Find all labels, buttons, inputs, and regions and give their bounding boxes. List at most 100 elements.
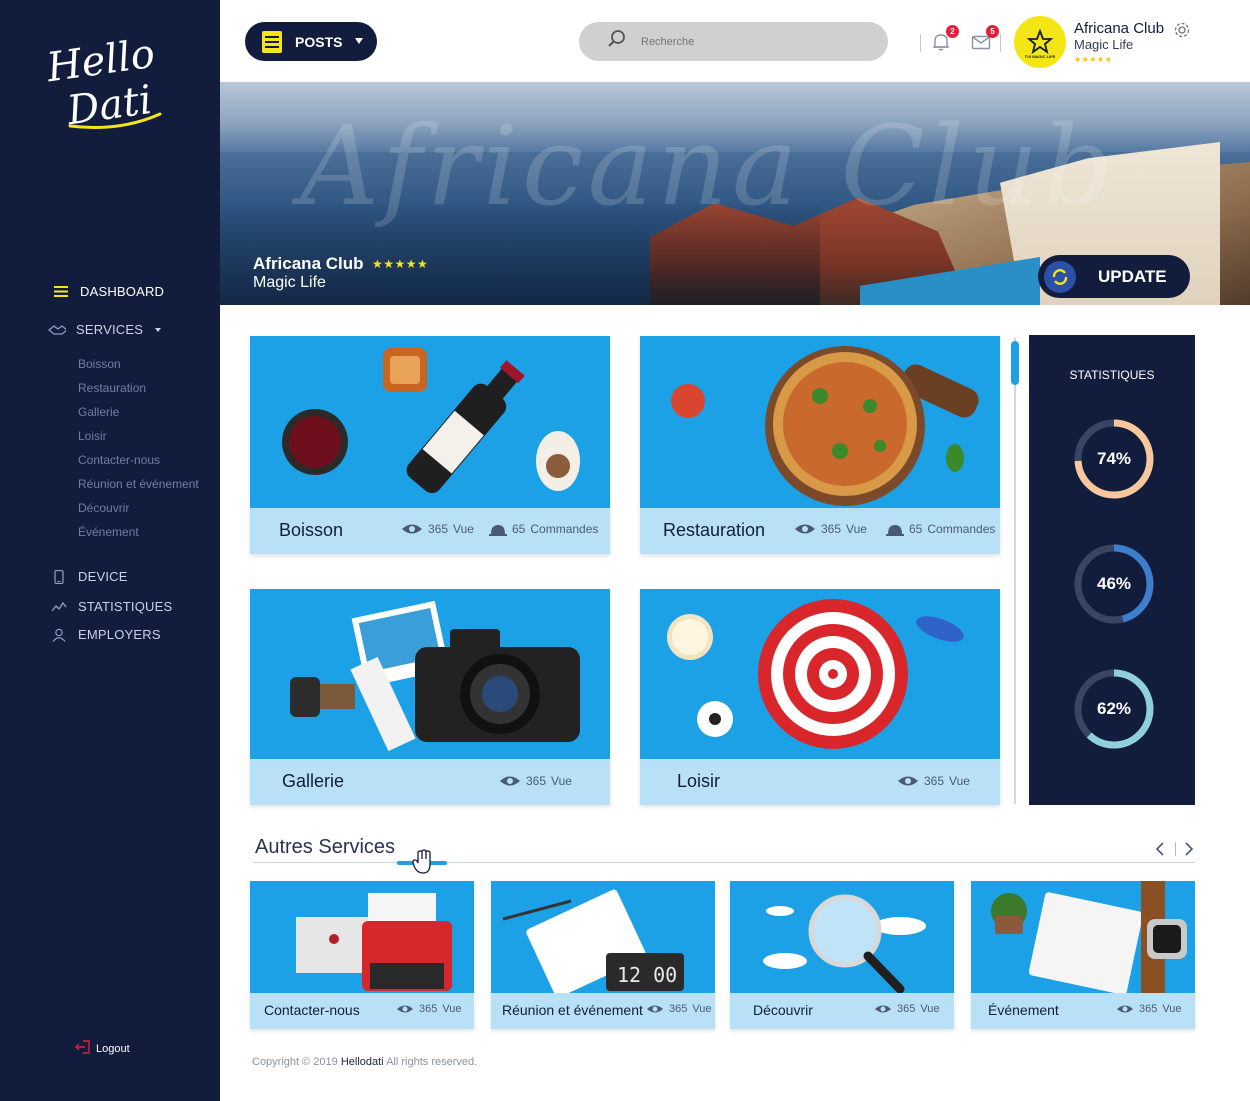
sidebar-sub-contacter-nous[interactable]: Contacter-nous bbox=[78, 453, 160, 467]
notifications-button[interactable]: 2 bbox=[931, 25, 959, 54]
card-footer: Réunion et événement 365 Vue bbox=[491, 993, 715, 1029]
carousel-prev-button[interactable] bbox=[1154, 842, 1166, 861]
views-unit: Vue bbox=[920, 1003, 940, 1015]
statistiques-title: STATISTIQUES bbox=[1069, 368, 1155, 382]
sidebar-sub-gallerie[interactable]: Gallerie bbox=[78, 405, 119, 419]
views-unit: Vue bbox=[949, 774, 970, 788]
stat-donut-3: 62% bbox=[1072, 667, 1156, 751]
card-title: Événement bbox=[988, 1002, 1059, 1018]
clock-display: 12 00 bbox=[617, 963, 677, 987]
autres-card-reunion[interactable]: 12 00 Réunion et événement 365 Vue bbox=[491, 881, 715, 1029]
nav-services[interactable]: SERVICES bbox=[48, 322, 162, 337]
sidebar-sub-decouvrir[interactable]: Découvrir bbox=[78, 501, 129, 515]
carousel-next-button[interactable] bbox=[1183, 842, 1195, 861]
nav-device[interactable]: DEVICE bbox=[50, 569, 128, 584]
club-subtitle: Magic Life bbox=[1074, 37, 1134, 52]
header-divider bbox=[920, 34, 921, 52]
views-meta: 365 Vue bbox=[874, 1003, 940, 1015]
update-label: UPDATE bbox=[1098, 266, 1167, 286]
nav-device-label: DEVICE bbox=[78, 569, 128, 584]
chevron-down-icon bbox=[155, 327, 162, 332]
messages-button[interactable]: 5 bbox=[971, 25, 999, 54]
mobile-icon bbox=[50, 569, 68, 584]
service-card-loisir[interactable]: Loisir 365 Vue bbox=[640, 589, 1000, 805]
service-card-boisson[interactable]: Boisson 365 Vue 65 Commandes bbox=[250, 336, 610, 554]
views-unit: Vue bbox=[692, 1003, 712, 1015]
stat-value: 62% bbox=[1096, 699, 1132, 718]
sidebar-sub-reunion[interactable]: Réunion et événement bbox=[78, 477, 199, 491]
logout-button[interactable]: Logout bbox=[74, 1040, 130, 1057]
avatar-text: TUI MAGIC LIFE bbox=[1024, 54, 1056, 59]
sidebar-sub-restauration[interactable]: Restauration bbox=[78, 381, 146, 395]
search-bar[interactable] bbox=[579, 22, 888, 61]
service-card-gallerie[interactable]: Gallerie 365 Vue bbox=[250, 589, 610, 805]
views-count: 365 bbox=[924, 774, 945, 788]
nav-employers-label: EMPLOYERS bbox=[78, 627, 161, 642]
card-title: Boisson bbox=[279, 520, 344, 540]
camera-illustration bbox=[290, 600, 580, 752]
card-footer: Découvrir 365 Vue bbox=[730, 993, 954, 1029]
sidebar: Hello Dati DASHBOARD SERVICES Boisson Re… bbox=[0, 0, 220, 1101]
views-unit: Vue bbox=[551, 774, 572, 788]
beach-illustration bbox=[667, 599, 964, 749]
card-footer: Restauration 365 Vue 65 Commandes bbox=[640, 508, 1000, 554]
views-meta: 365 Vue bbox=[401, 522, 474, 536]
nav-dashboard[interactable]: DASHBOARD bbox=[52, 284, 164, 299]
eye-icon bbox=[402, 524, 422, 534]
handshake-icon bbox=[48, 323, 66, 337]
logout-label: Logout bbox=[96, 1042, 130, 1055]
hellodati-logo[interactable]: Hello Dati bbox=[40, 22, 170, 137]
search-input[interactable] bbox=[641, 35, 861, 48]
autres-card-contacter-nous[interactable]: Contacter-nous 365 Vue bbox=[250, 881, 474, 1029]
typewriter-illustration bbox=[296, 893, 452, 991]
pizza-illustration bbox=[671, 346, 979, 506]
carousel-arrow-separator bbox=[1175, 842, 1176, 856]
views-unit: Vue bbox=[846, 522, 867, 536]
sidebar-sub-loisir[interactable]: Loisir bbox=[78, 429, 107, 443]
banner-title: Africana Club bbox=[253, 254, 364, 273]
orders-meta: 65 Commandes bbox=[886, 522, 995, 536]
nav-statistiques[interactable]: STATISTIQUES bbox=[50, 599, 172, 614]
card-footer: Loisir 365 Vue bbox=[640, 759, 1000, 805]
views-meta: 365 Vue bbox=[396, 1003, 462, 1015]
service-card-restauration[interactable]: Restauration 365 Vue 65 Commandes bbox=[640, 336, 1000, 554]
copyright-prefix: Copyright © 2019 bbox=[252, 1056, 338, 1068]
settings-button[interactable] bbox=[1173, 21, 1191, 44]
update-button[interactable]: UPDATE bbox=[1038, 255, 1190, 298]
gear-icon bbox=[1173, 22, 1191, 43]
views-unit: Vue bbox=[453, 522, 474, 536]
card-footer: Gallerie 365 Vue bbox=[250, 759, 610, 805]
sidebar-sub-evenement[interactable]: Événement bbox=[78, 525, 139, 539]
nav-dashboard-label: DASHBOARD bbox=[80, 284, 165, 299]
drinks-illustration bbox=[282, 348, 580, 494]
orders-unit: Commandes bbox=[530, 522, 599, 536]
club-stars: ★★★★★ bbox=[1074, 55, 1113, 64]
eye-icon bbox=[500, 776, 520, 786]
views-count: 365 bbox=[419, 1003, 438, 1015]
cards-scrollbar-track[interactable] bbox=[1014, 338, 1016, 804]
views-count: 365 bbox=[1139, 1003, 1158, 1015]
cards-scrollbar-thumb[interactable] bbox=[1011, 341, 1019, 385]
eye-icon bbox=[1117, 1005, 1133, 1013]
sidebar-sub-boisson[interactable]: Boisson bbox=[78, 357, 121, 371]
chart-line-icon bbox=[50, 600, 68, 614]
copyright-brand[interactable]: Hellodati bbox=[341, 1056, 384, 1068]
statistiques-panel: STATISTIQUES 74% 46% 62% bbox=[1029, 335, 1195, 805]
avatar[interactable]: TUI MAGIC LIFE bbox=[1014, 16, 1066, 68]
header-divider bbox=[1000, 34, 1001, 52]
orders-meta: 65 Commandes bbox=[489, 522, 598, 536]
nav-employers[interactable]: EMPLOYERS bbox=[50, 627, 161, 642]
autres-card-evenement[interactable]: Événement 365 Vue bbox=[971, 881, 1195, 1029]
cloche-icon bbox=[489, 525, 507, 536]
hand-cursor-icon bbox=[411, 849, 433, 880]
menu-icon bbox=[52, 285, 70, 299]
nav-services-label: SERVICES bbox=[76, 322, 144, 337]
stat-donut-2: 46% bbox=[1072, 542, 1156, 626]
banner-watermark: Africana Club bbox=[300, 102, 1118, 230]
posts-dropdown-button[interactable]: POSTS bbox=[245, 22, 377, 61]
eye-icon bbox=[875, 1005, 891, 1013]
user-icon bbox=[50, 628, 68, 642]
autres-services-divider bbox=[253, 862, 1195, 863]
banner-stars: ★★★★★ bbox=[372, 257, 429, 271]
autres-card-decouvrir[interactable]: Découvrir 365 Vue bbox=[730, 881, 954, 1029]
